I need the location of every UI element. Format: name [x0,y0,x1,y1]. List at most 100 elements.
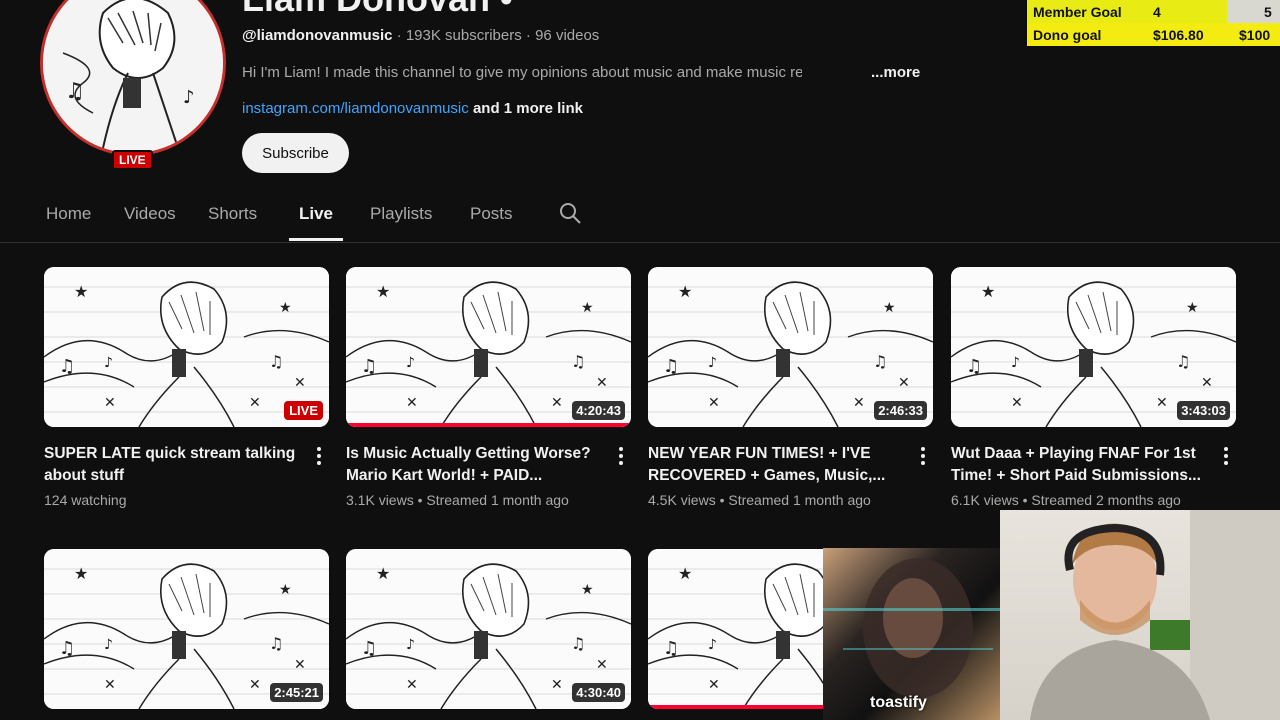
svg-text:♪: ♪ [104,637,113,653]
stream-goal-overlay: Member Goal 4 5 Dono goal $106.80 $100 [1027,0,1280,46]
member-goal-current: 4 [1153,4,1161,20]
svg-text:♫: ♫ [59,638,75,659]
channel-meta: @liamdonovanmusic · 193K subscribers · 9… [242,27,599,44]
tab-playlists[interactable]: Playlists [370,204,432,224]
svg-text:♫: ♫ [873,352,887,371]
instagram-link[interactable]: instagram.com/liamdonovanmusic [242,100,469,117]
svg-text:✕: ✕ [708,677,720,693]
channel-links: instagram.com/liamdonovanmusic and 1 mor… [242,100,583,117]
meta-separator: · [525,27,531,44]
svg-text:♫: ♫ [1176,352,1190,371]
svg-text:♫: ♫ [571,352,585,371]
video-title[interactable]: Is Music Actually Getting Worse? Mario K… [346,443,601,487]
member-goal-label: Member Goal [1033,4,1122,20]
svg-text:✕: ✕ [406,677,418,693]
channel-description[interactable]: Hi I'm Liam! I made this channel to give… [242,64,802,81]
video-title[interactable]: SUPER LATE quick stream talking about st… [44,443,299,487]
video-thumbnail[interactable]: ★ ★ ♫ ♪ ♫ ✕ ✕ ✕ 2:45:21 [44,549,329,709]
svg-text:★: ★ [678,564,692,583]
subscriber-count: 193K subscribers [405,27,522,44]
svg-text:★: ★ [279,300,292,316]
svg-text:★: ★ [74,282,88,301]
tab-home[interactable]: Home [46,204,91,224]
svg-text:✕: ✕ [406,395,418,411]
channel-tabs: Home Videos Shorts Live Playlists Posts [0,190,1280,243]
svg-text:✕: ✕ [1201,375,1213,391]
video-card[interactable]: ★ ★ ♫ ♪ ♫ ✕ ✕ ✕ LIVE SUPER LATE quick str… [44,267,329,508]
video-card[interactable]: ★ ★ ♫ ♪ ♫ ✕ ✕ ✕ 3:43:03 Wut Daaa + Playin… [951,267,1236,508]
channel-handle: @liamdonovanmusic [242,27,393,44]
video-stats: 124 watching [44,492,127,508]
svg-text:✕: ✕ [551,677,563,693]
svg-text:♫: ♫ [269,352,283,371]
svg-text:✕: ✕ [708,395,720,411]
svg-text:♫: ♫ [663,638,679,659]
tab-shorts[interactable]: Shorts [208,204,257,224]
more-options-icon[interactable] [315,445,323,465]
svg-text:♪: ♪ [406,637,415,653]
video-thumbnail[interactable]: ★ ★ ♫ ♪ ♫ ✕ ✕ ✕ 2:46:33 [648,267,933,427]
svg-text:✕: ✕ [104,677,116,693]
svg-text:✕: ✕ [104,395,116,411]
svg-text:★: ★ [581,300,594,316]
description-more-link[interactable]: ...more [871,64,920,81]
watch-progress-bar [346,423,631,427]
member-goal-target: 5 [1264,4,1272,20]
svg-text:★: ★ [376,282,390,301]
video-title[interactable]: NEW YEAR FUN TIMES! + I'VE RECOVERED + G… [648,443,903,487]
dono-goal-row: Dono goal $106.80 $100 [1027,23,1280,46]
search-icon[interactable] [558,201,582,225]
streamer-webcam-image [1030,510,1280,720]
video-duration: 3:43:03 [1177,401,1230,420]
video-title[interactable]: Wut Daaa + Playing FNAF For 1st Time! + … [951,443,1206,487]
tab-live[interactable]: Live [299,204,333,224]
svg-text:✕: ✕ [294,375,306,391]
svg-text:♫: ♫ [59,356,75,377]
video-stats: 3.1K views • Streamed 1 month ago [346,492,569,508]
tab-posts[interactable]: Posts [470,204,513,224]
tab-videos[interactable]: Videos [124,204,176,224]
video-duration: 4:30:40 [572,683,625,702]
subscribe-button[interactable]: Subscribe [242,133,349,173]
svg-text:♫: ♫ [269,634,283,653]
webcam-feed [1000,510,1280,720]
video-thumbnail[interactable]: ★ ★ ♫ ♪ ♫ ✕ ✕ ✕ 4:20:43 [346,267,631,427]
svg-text:★: ★ [678,282,692,301]
svg-text:✕: ✕ [249,395,261,411]
meta-separator: · [396,27,402,44]
video-thumbnail[interactable]: ★ ★ ♫ ♪ ♫ ✕ ✕ ✕ 4:30:40 [346,549,631,709]
svg-text:★: ★ [581,582,594,598]
svg-text:★: ★ [1186,300,1199,316]
channel-name: Liam Donovan • [242,0,513,20]
svg-text:♪: ♪ [1011,355,1020,371]
video-card[interactable]: ★ ★ ♫ ♪ ♫ ✕ ✕ ✕ 4:20:43 Is Music Actually… [346,267,631,508]
svg-text:★: ★ [376,564,390,583]
avatar-live-badge[interactable]: LIVE [112,150,153,170]
more-links-button[interactable]: and 1 more link [473,100,583,117]
more-options-icon[interactable] [617,445,625,465]
more-options-icon[interactable] [919,445,927,465]
svg-text:♪: ♪ [708,355,717,371]
svg-text:♪: ♪ [104,355,113,371]
video-duration: 2:45:21 [270,683,323,702]
svg-text:✕: ✕ [853,395,865,411]
svg-text:★: ★ [279,582,292,598]
live-badge: LIVE [284,401,323,420]
active-tab-indicator [289,238,343,241]
video-card[interactable]: ★ ★ ♫ ♪ ♫ ✕ ✕ ✕ 4:30:40 [346,549,631,709]
svg-text:✕: ✕ [596,375,608,391]
video-thumbnail[interactable]: ★ ★ ♫ ♪ ♫ ✕ ✕ ✕ LIVE [44,267,329,427]
video-card[interactable]: ★ ★ ♫ ♪ ♫ ✕ ✕ ✕ 2:45:21 [44,549,329,709]
svg-text:♫: ♫ [361,356,377,377]
more-options-icon[interactable] [1222,445,1230,465]
member-goal-row: Member Goal 4 5 [1027,0,1280,23]
video-count: 96 videos [535,27,600,44]
svg-text:★: ★ [883,300,896,316]
svg-text:♫: ♫ [361,638,377,659]
svg-text:✕: ✕ [898,375,910,391]
channel-avatar[interactable]: ♫ ♪ [40,0,226,156]
dono-goal-target: $100 [1239,27,1271,43]
video-card[interactable]: ★ ★ ♫ ♪ ♫ ✕ ✕ ✕ 2:46:33 NEW YEAR FUN TIME… [648,267,933,508]
video-thumbnail[interactable]: ★ ★ ♫ ♪ ♫ ✕ ✕ ✕ 3:43:03 [951,267,1236,427]
dono-goal-label: Dono goal [1033,27,1102,43]
